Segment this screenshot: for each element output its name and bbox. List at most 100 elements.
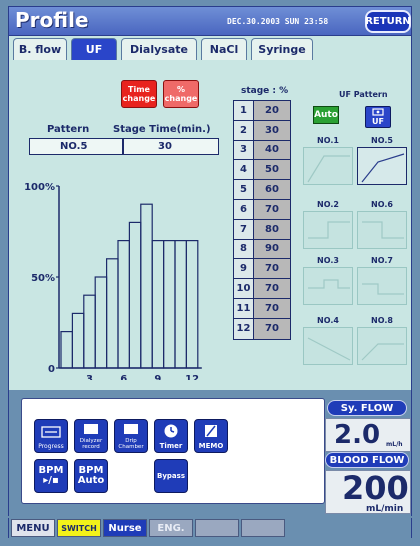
bpm-manual-button[interactable]: BPM ▸/▪ [34, 459, 68, 493]
chart-bar [174, 239, 187, 369]
bottom-area: Progress Dialyzer record Drip Chamber Ti… [8, 390, 412, 516]
stage-percent[interactable]: 90 [254, 239, 290, 259]
uf-pattern-label: NO.5 [371, 136, 393, 145]
uf-pattern-option[interactable] [357, 147, 407, 185]
stage-number: 5 [234, 180, 254, 199]
stage-percent[interactable]: 20 [254, 101, 290, 120]
tab-nacl[interactable]: NaCl [201, 38, 247, 60]
sy-flow-display: 2.0 mL/h [325, 418, 411, 452]
pattern-selection-row[interactable]: NO.5 30 [29, 138, 219, 155]
stage-percent[interactable]: 30 [254, 120, 290, 140]
bypass-button[interactable]: Bypass [154, 459, 188, 493]
blood-flow-label: BLOOD FLOW [325, 452, 409, 468]
chart-x-tick-label: 3 [86, 374, 93, 380]
stage-percent[interactable]: 70 [254, 298, 290, 318]
eng-button[interactable]: ENG. [149, 519, 193, 537]
stage-row[interactable]: 2 30 [234, 120, 290, 141]
profile-screen: Profile DEC.30.2003 SUN 23:58 RETURN B. … [0, 0, 420, 546]
timer-button[interactable]: Timer [154, 419, 188, 453]
uf-pattern-label: NO.6 [371, 200, 393, 209]
stage-percent[interactable]: 70 [254, 259, 290, 279]
stage-row[interactable]: 10 70 [234, 279, 290, 299]
memo-icon [203, 420, 219, 442]
uf-pattern-option[interactable] [303, 267, 353, 305]
stage-row[interactable]: 1 20 [234, 101, 290, 121]
progress-button[interactable]: Progress [34, 419, 68, 453]
stage-row[interactable]: 5 60 [234, 180, 290, 200]
uf-pattern-option[interactable] [357, 267, 407, 305]
dialyzer-record-button[interactable]: Dialyzer record [74, 419, 108, 453]
bpm-auto-line2: Auto [77, 475, 105, 486]
uf-monitor-icon [372, 108, 384, 116]
switch-button[interactable]: SWITCH [57, 519, 101, 537]
uf-pattern-label: NO.8 [371, 316, 393, 325]
menu-button[interactable]: MENU [11, 519, 55, 537]
uf-pattern-option[interactable] [303, 211, 353, 249]
uf-pattern-button[interactable]: UF [365, 106, 391, 128]
stage-number: 12 [234, 318, 254, 339]
stage-percent[interactable]: 70 [254, 279, 290, 298]
blood-flow-unit: mL/min [366, 504, 404, 514]
stage-row[interactable]: 11 70 [234, 298, 290, 319]
chart-bar [117, 239, 130, 369]
stage-row[interactable]: 7 80 [234, 219, 290, 240]
record-icon [82, 420, 100, 438]
blood-flow-display: 200 mL/min [325, 469, 411, 514]
stage-time-header: Stage Time(min.) [113, 124, 211, 135]
footer-bar: MENU SWITCH Nurse ENG. [8, 518, 412, 538]
uf-pattern-label: NO.2 [317, 200, 339, 209]
drip-chamber-button[interactable]: Drip Chamber [114, 419, 148, 453]
nurse-button[interactable]: Nurse [103, 519, 147, 537]
memo-label: MEMO [198, 442, 224, 450]
progress-icon [41, 420, 61, 443]
tab-blood-flow[interactable]: B. flow [13, 38, 67, 60]
stage-row[interactable]: 3 40 [234, 140, 290, 161]
time-change-button[interactable]: Time change [121, 80, 157, 108]
blank-footer-button-2[interactable] [241, 519, 285, 537]
stage-percent[interactable]: 70 [254, 318, 290, 339]
stage-time-value: 30 [158, 141, 172, 152]
uf-pattern-thumbnail [307, 337, 351, 361]
stage-row[interactable]: 6 70 [234, 199, 290, 220]
uf-pattern-thumbnail [361, 343, 404, 361]
auto-button[interactable]: Auto [313, 106, 339, 124]
stage-number: 8 [234, 239, 254, 259]
time-change-line2: change [122, 94, 156, 103]
stage-number: 9 [234, 259, 254, 279]
stage-number: 7 [234, 219, 254, 239]
chart-bar [140, 203, 153, 369]
stage-row[interactable]: 12 70 [234, 318, 290, 339]
uf-pattern-option[interactable] [303, 147, 353, 185]
uf-pattern-label: NO.7 [371, 256, 393, 265]
bpm-auto-button[interactable]: BPM Auto [74, 459, 108, 493]
stage-percent[interactable]: 50 [254, 160, 290, 180]
memo-button[interactable]: MEMO [194, 419, 228, 453]
clock-icon [163, 420, 179, 442]
stage-number: 3 [234, 140, 254, 160]
pct-change-line1: % [176, 85, 185, 94]
stage-row[interactable]: 8 90 [234, 239, 290, 260]
tab-uf[interactable]: UF [71, 38, 117, 60]
percent-change-button[interactable]: % change [163, 80, 199, 108]
drip-icon [122, 420, 140, 438]
sy-flow-label: Sy. FLOW [327, 400, 407, 416]
uf-pattern-thumbnail [362, 221, 404, 239]
tab-syringe[interactable]: Syringe [251, 38, 313, 60]
uf-pattern-option[interactable] [357, 211, 407, 249]
uf-pattern-option[interactable] [357, 327, 407, 365]
stage-row[interactable]: 4 50 [234, 160, 290, 181]
stage-percent[interactable]: 60 [254, 180, 290, 199]
uf-pattern-option[interactable] [303, 327, 353, 365]
tab-dialysate[interactable]: Dialysate [121, 38, 197, 60]
stage-percent[interactable]: 80 [254, 219, 290, 239]
stage-row[interactable]: 9 70 [234, 259, 290, 280]
return-button[interactable]: RETURN [365, 10, 411, 33]
pct-change-line2: change [164, 94, 198, 103]
chart-y-tick-label: 50% [31, 273, 55, 284]
stage-percent[interactable]: 70 [254, 199, 290, 219]
blank-footer-button-1[interactable] [195, 519, 239, 537]
stage-table-header: stage : % [241, 86, 289, 96]
chart-x-tick-label: 6 [120, 374, 127, 380]
stage-percent[interactable]: 40 [254, 140, 290, 160]
uf-profile-panel: Time change % change Pattern Stage Time(mi… [8, 60, 412, 390]
